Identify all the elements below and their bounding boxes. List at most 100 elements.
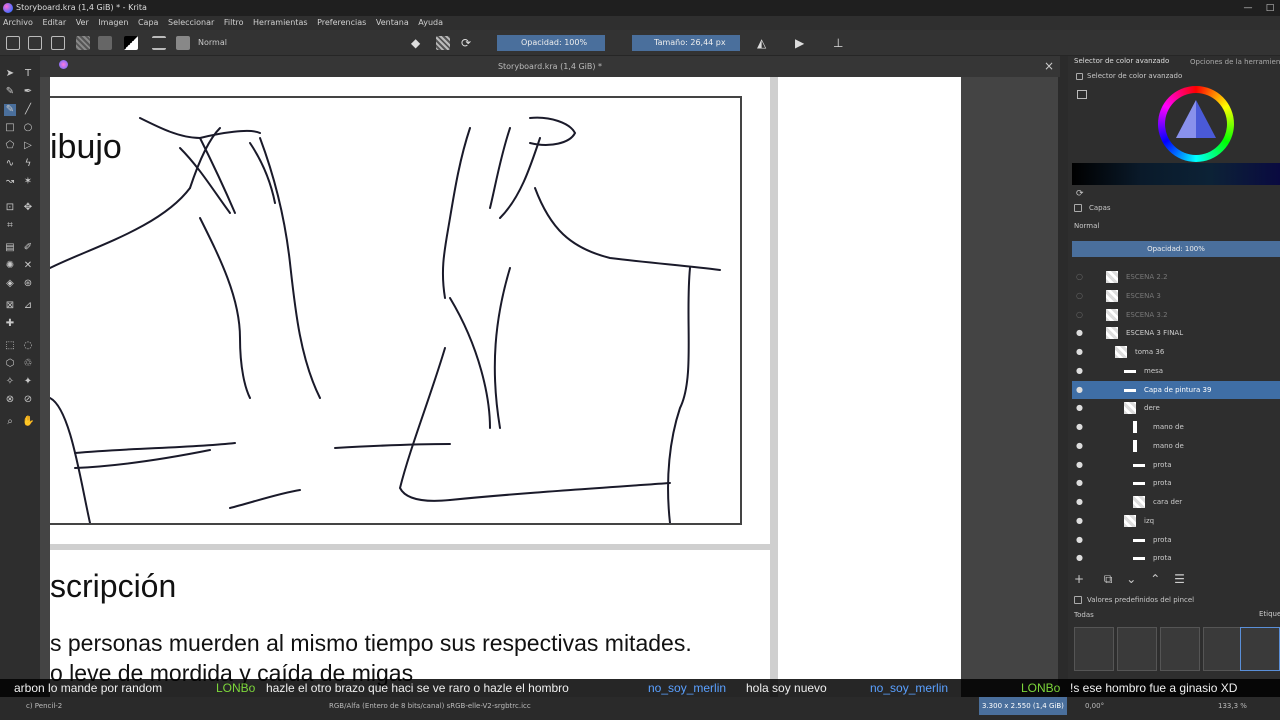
layer-row[interactable]: ● mesa (1072, 362, 1280, 380)
menu-archivo[interactable]: Archivo (3, 18, 33, 27)
smart-patch-icon[interactable]: ✕ (22, 260, 34, 272)
contiguous-select-icon[interactable]: ✧ (4, 376, 16, 388)
bezier-select-icon[interactable]: ⊗ (4, 394, 16, 406)
enclose-fill-icon[interactable]: ⊛ (22, 278, 34, 290)
visibility-eye-icon[interactable]: ● (1076, 553, 1085, 562)
tab-tool-options[interactable]: Opciones de la herramienta (1190, 58, 1280, 66)
polyline-tool-icon[interactable]: ▷ (22, 140, 34, 152)
refresh-icon[interactable]: ⟳ (1076, 189, 1084, 199)
brush-tag-label[interactable]: Etiqueta (1259, 610, 1280, 618)
layer-row[interactable]: ● toma 36 (1072, 343, 1280, 361)
pan-tool-icon[interactable]: ✋ (22, 416, 34, 428)
layer-row[interactable]: ○ ESCENA 2.2 (1072, 268, 1280, 286)
visibility-eye-icon[interactable]: ● (1076, 347, 1085, 356)
menu-ayuda[interactable]: Ayuda (418, 18, 443, 27)
polygon-tool-icon[interactable]: ⬠ (4, 140, 16, 152)
wrap-around-icon[interactable]: ⊥ (833, 36, 847, 50)
menu-ventana[interactable]: Ventana (376, 18, 409, 27)
multibrush-icon[interactable]: ✶ (22, 176, 34, 188)
brush-preset-3[interactable] (1160, 627, 1200, 671)
rectangle-tool-icon[interactable]: □ (4, 122, 16, 134)
reference-tool-icon[interactable]: ✚ (4, 318, 16, 330)
brush-preset-4[interactable] (1203, 627, 1243, 671)
move-tool-icon[interactable]: ✥ (22, 202, 34, 214)
visibility-eye-icon[interactable]: ○ (1076, 310, 1085, 319)
layer-row[interactable]: ● cara der (1072, 493, 1280, 511)
colorize-mask-icon[interactable]: ✺ (4, 260, 16, 272)
fill-tool-icon[interactable]: ◈ (4, 278, 16, 290)
menu-imagen[interactable]: Imagen (98, 18, 128, 27)
visibility-eye-icon[interactable]: ● (1076, 403, 1085, 412)
layer-row[interactable]: ○ ESCENA 3.2 (1072, 306, 1280, 324)
opacity-slider[interactable]: Opacidad: 100% (497, 35, 605, 51)
visibility-eye-icon[interactable]: ● (1076, 441, 1085, 450)
layer-row[interactable]: ● prota (1072, 456, 1280, 474)
visibility-eye-icon[interactable]: ● (1076, 497, 1085, 506)
magnetic-select-icon[interactable]: ⊘ (22, 394, 34, 406)
crop-tool-icon[interactable]: ⌗ (4, 220, 16, 232)
layer-row[interactable]: ● prota (1072, 549, 1280, 567)
color-picker-icon[interactable]: ✐ (22, 242, 34, 254)
save-icon[interactable] (51, 36, 65, 50)
minimize-button[interactable]: — (1236, 0, 1260, 16)
tab-color-selector[interactable]: Selector de color avanzado (1074, 57, 1169, 65)
text-tool-icon[interactable]: T (22, 68, 34, 80)
lock-icon[interactable] (1074, 204, 1082, 212)
storyboard-frame[interactable] (50, 96, 742, 525)
visibility-eye-icon[interactable]: ● (1076, 460, 1085, 469)
measure-tool-icon[interactable]: ⊿ (22, 300, 34, 312)
blend-mode-select[interactable]: Normal (194, 35, 402, 51)
document-tab[interactable]: Storyboard.kra (1,4 GiB) * × (40, 56, 1060, 77)
hue-ring[interactable] (1158, 86, 1234, 162)
visibility-eye-icon[interactable]: ● (1076, 385, 1085, 394)
document-page-right[interactable] (778, 77, 961, 700)
reload-icon[interactable]: ⟳ (461, 36, 475, 50)
layer-row[interactable]: ● Capa de pintura 39 (1072, 380, 1280, 399)
similar-select-icon[interactable]: ✦ (22, 376, 34, 388)
transform-tool-icon[interactable]: ⊡ (4, 202, 16, 214)
layers-opacity-slider[interactable]: Opacidad: 100% (1072, 241, 1280, 257)
visibility-eye-icon[interactable]: ● (1076, 422, 1085, 431)
duplicate-layer-icon[interactable]: ⧉ (1104, 572, 1113, 586)
freehand-brush-icon[interactable]: ✎ (4, 104, 16, 116)
brush-settings-icon[interactable] (152, 36, 166, 50)
brush-preset-5[interactable] (1240, 627, 1280, 671)
lock-icon[interactable] (1076, 73, 1083, 80)
menu-filtro[interactable]: Filtro (224, 18, 244, 27)
status-rotation[interactable]: 0,00° (1085, 697, 1104, 715)
eraser-icon[interactable]: ◆ (411, 36, 425, 50)
menu-ver[interactable]: Ver (76, 18, 89, 27)
color-history-strip[interactable] (1072, 163, 1280, 185)
pattern-swatch-icon[interactable] (98, 36, 112, 50)
zoom-tool-icon[interactable]: ⌕ (4, 416, 16, 428)
rect-select-icon[interactable]: ⬚ (4, 340, 16, 352)
layer-row[interactable]: ● ESCENA 3 FINAL (1072, 324, 1280, 342)
open-folder-icon[interactable] (28, 36, 42, 50)
visibility-eye-icon[interactable]: ○ (1076, 291, 1085, 300)
brush-preset-icon[interactable] (176, 36, 190, 50)
ellipse-select-icon[interactable]: ◌ (22, 340, 34, 352)
freehand-select-icon[interactable]: ♲ (22, 358, 34, 370)
layer-row[interactable]: ● izq (1072, 512, 1280, 530)
visibility-eye-icon[interactable]: ○ (1076, 272, 1085, 281)
layer-row[interactable]: ● mano de (1072, 418, 1280, 436)
visibility-eye-icon[interactable]: ● (1076, 478, 1085, 487)
layer-row[interactable]: ● mano de (1072, 437, 1280, 455)
move-up-icon[interactable]: ⌃ (1150, 572, 1160, 586)
menu-editar[interactable]: Editar (42, 18, 66, 27)
visibility-eye-icon[interactable]: ● (1076, 366, 1085, 375)
lock-icon[interactable] (1074, 596, 1082, 604)
layer-row[interactable]: ● prota (1072, 474, 1280, 492)
menu-seleccionar[interactable]: Seleccionar (168, 18, 214, 27)
layer-row[interactable]: ○ ESCENA 3 (1072, 287, 1280, 305)
layers-blend-mode[interactable]: Normal (1074, 222, 1099, 230)
select-shape-icon[interactable]: ➤ (4, 68, 16, 80)
assistant-tool-icon[interactable]: ⊠ (4, 300, 16, 312)
line-tool-icon[interactable]: ╱ (22, 104, 34, 116)
visibility-eye-icon[interactable]: ● (1076, 328, 1085, 337)
polygon-select-icon[interactable]: ⬡ (4, 358, 16, 370)
dynamic-brush-icon[interactable]: ↝ (4, 176, 16, 188)
calligraphy-icon[interactable]: ✒ (22, 86, 34, 98)
layer-properties-icon[interactable]: ☰ (1174, 572, 1185, 586)
menu-capa[interactable]: Capa (138, 18, 158, 27)
